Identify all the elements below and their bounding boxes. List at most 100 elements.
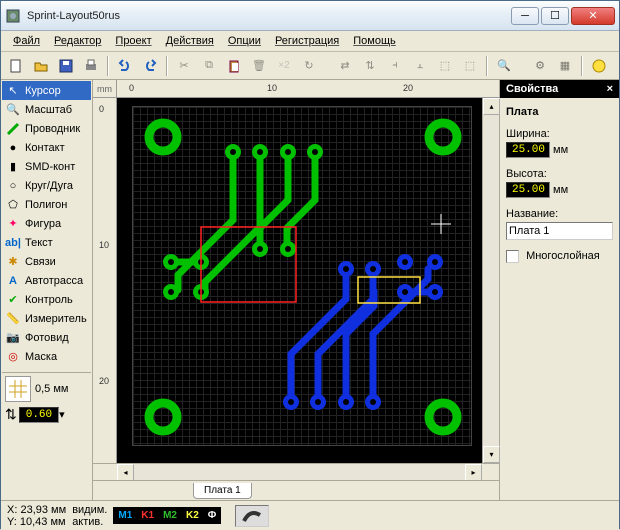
props-title: Свойства — [506, 83, 558, 95]
zoom-icon[interactable]: 🔍 — [493, 55, 515, 77]
layer-selector[interactable]: M1K1M2K2Ф — [113, 507, 221, 524]
minimize-button[interactable]: ─ — [511, 7, 539, 25]
tool-preview-icon — [235, 505, 269, 527]
cut-icon[interactable]: ✂ — [173, 55, 195, 77]
ruler-unit: mm — [93, 80, 117, 98]
menubar: Файл Редактор Проект Действия Опции Реги… — [1, 31, 619, 52]
info-icon[interactable] — [588, 55, 610, 77]
paste-icon[interactable] — [223, 55, 245, 77]
tool-label: Текст — [25, 237, 53, 249]
tool-auto[interactable]: AАвтотрасса — [2, 271, 91, 290]
tool-label: Связи — [25, 256, 56, 268]
layer-Ф[interactable]: Ф — [204, 508, 221, 523]
scroll-up-icon[interactable]: ▴ — [483, 98, 500, 115]
copy-icon[interactable]: ⧉ — [198, 55, 220, 77]
height-input[interactable]: 25.00 — [506, 182, 550, 198]
coord-x: 23,93 мм — [20, 504, 66, 516]
tool-smd[interactable]: ▮SMD-конт — [2, 157, 91, 176]
tool-label: Полигон — [25, 199, 67, 211]
ruler-icon: 📏 — [5, 311, 21, 327]
statusbar: X: 23,93 мм Y: 10,43 мм видим. актив. M1… — [1, 500, 619, 530]
tab-board[interactable]: Плата 1 — [193, 483, 252, 499]
menu-register[interactable]: Регистрация — [269, 33, 345, 49]
tool-poly[interactable]: ⬠ Полигон — [2, 195, 91, 214]
dup-icon[interactable]: ×2 — [273, 55, 295, 77]
ruler-vertical: 0 10 20 — [93, 98, 117, 463]
tool-mask[interactable]: ◎Маска — [2, 347, 91, 366]
layer-K2[interactable]: K2 — [182, 508, 203, 523]
grid-button[interactable] — [5, 376, 31, 402]
alignl-icon[interactable]: ⫞ — [384, 55, 406, 77]
scroll-left-icon[interactable]: ◂ — [117, 464, 134, 481]
ruler-horizontal: mm 0 10 20 — [93, 80, 499, 98]
menu-options[interactable]: Опции — [222, 33, 267, 49]
width-label: Ширина: — [506, 128, 613, 140]
macro-icon[interactable]: ▦ — [554, 55, 576, 77]
save-icon[interactable] — [55, 55, 77, 77]
tool-zoom[interactable]: 🔍Масштаб — [2, 100, 91, 119]
pcb-canvas[interactable] — [117, 98, 482, 463]
width-input[interactable]: 25.00 — [506, 142, 550, 158]
cursor-icon: ↖ — [5, 83, 21, 99]
polygon-icon: ⬠ — [5, 197, 21, 213]
height-label: Высота: — [506, 168, 613, 180]
open-icon[interactable] — [30, 55, 52, 77]
grid-value[interactable]: 0.60 — [19, 407, 59, 423]
maximize-button[interactable]: ☐ — [541, 7, 569, 25]
app-icon — [5, 8, 21, 24]
lib-icon[interactable]: ⚙ — [529, 55, 551, 77]
tool-label: Контакт — [25, 142, 65, 154]
new-icon[interactable] — [5, 55, 27, 77]
tool-measure[interactable]: 📏 Измеритель — [2, 309, 91, 328]
group-icon[interactable]: ⬚ — [434, 55, 456, 77]
multilayer-checkbox[interactable] — [506, 250, 519, 263]
layer-M1[interactable]: M1 — [114, 508, 136, 523]
tool-conn[interactable]: ✱Связи — [2, 252, 91, 271]
menu-editor[interactable]: Редактор — [48, 33, 107, 49]
layer-K1[interactable]: K1 — [137, 508, 158, 523]
scrollbar-vertical[interactable]: ▴ ▾ — [482, 98, 499, 463]
redo-icon[interactable] — [139, 55, 161, 77]
tool-cursor[interactable]: ↖Курсор — [2, 81, 91, 100]
tool-label: Измеритель — [25, 313, 87, 325]
props-section: Плата — [506, 106, 613, 118]
rotate-icon[interactable]: ↻ — [298, 55, 320, 77]
tool-text[interactable]: ab|Текст — [2, 233, 91, 252]
tool-arc[interactable]: ○ Круг/Дуга — [2, 176, 91, 195]
active-label: актив. — [72, 516, 107, 528]
menu-actions[interactable]: Действия — [160, 33, 220, 49]
mirrorv-icon[interactable]: ⇅ — [359, 55, 381, 77]
print-icon[interactable] — [80, 55, 102, 77]
visible-label: видим. — [72, 504, 107, 516]
tool-check[interactable]: ✔Контроль — [2, 290, 91, 309]
tool-label: SMD-конт — [25, 161, 75, 173]
grid-label: 0,5 мм — [35, 383, 68, 395]
tool-label: Круг/Дуга — [25, 180, 73, 192]
close-button[interactable]: ✕ — [571, 7, 615, 25]
tool-pad[interactable]: ●Контакт — [2, 138, 91, 157]
scroll-right-icon[interactable]: ▸ — [465, 464, 482, 481]
scroll-down-icon[interactable]: ▾ — [483, 446, 500, 463]
dropdown-icon[interactable]: ▾ — [59, 408, 65, 421]
delete-icon[interactable]: 🗑 — [248, 55, 270, 77]
stepper-icon[interactable]: ⇅ — [5, 406, 17, 423]
arc-icon: ○ — [5, 178, 21, 194]
multilayer-label: Многослойная — [526, 250, 600, 262]
scrollbar-horizontal[interactable] — [134, 464, 465, 480]
undo-icon[interactable] — [114, 55, 136, 77]
window-title: Sprint-Layout50rus — [27, 10, 511, 22]
mirrorh-icon[interactable]: ⇄ — [334, 55, 356, 77]
menu-file[interactable]: Файл — [7, 33, 46, 49]
tool-label: Маска — [25, 351, 57, 363]
menu-project[interactable]: Проект — [109, 33, 157, 49]
props-close-icon[interactable]: × — [607, 83, 613, 95]
toolbox: ↖Курсор 🔍Масштаб Проводник ●Контакт ▮SMD… — [1, 80, 93, 500]
alignr-icon[interactable]: ⫠ — [409, 55, 431, 77]
name-input[interactable] — [506, 222, 613, 240]
layer-M2[interactable]: M2 — [159, 508, 181, 523]
tool-shape[interactable]: ✦Фигура — [2, 214, 91, 233]
ungroup-icon[interactable]: ⬚ — [459, 55, 481, 77]
tool-wire[interactable]: Проводник — [2, 119, 91, 138]
tool-photo[interactable]: 📷Фотовид — [2, 328, 91, 347]
menu-help[interactable]: Помощь — [347, 33, 402, 49]
